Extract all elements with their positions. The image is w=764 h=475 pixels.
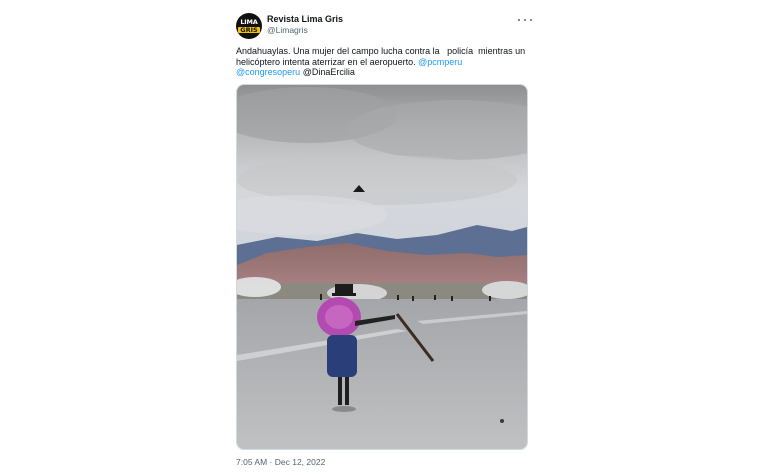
author-names: Revista Lima Gris @Limagris [267, 14, 343, 36]
author-display-name[interactable]: Revista Lima Gris [267, 14, 343, 25]
woman-hat [335, 284, 353, 294]
woman-leg [345, 377, 349, 405]
mention-pcmperu[interactable]: @pcmperu [418, 57, 462, 67]
avatar-logo-text-bottom: GRIS [238, 25, 260, 34]
more-dots-icon[interactable] [518, 14, 532, 26]
woman-leg [338, 377, 342, 405]
road [237, 299, 527, 449]
tweet-text-line-2: helicóptero intenta aterrizar en el aero… [236, 56, 419, 67]
mention-congresoperu[interactable]: @congresoperu [236, 67, 300, 77]
woman-shadow [332, 406, 356, 412]
tweet-header: LIMA GRIS Revista Lima Gris @Limagris [236, 13, 532, 41]
tweet-media-photo[interactable] [236, 84, 528, 450]
tweet-text: Andahuaylas. Una mujer del campo lucha c… [236, 46, 532, 78]
woman-hat-brim [332, 293, 356, 296]
woman-skirt [327, 335, 357, 377]
woman-bundle-pattern [325, 305, 353, 329]
stone [500, 419, 504, 423]
avatar[interactable]: LIMA GRIS [236, 13, 262, 39]
tweet-text-line-1: Andahuaylas. Una mujer del campo lucha c… [236, 46, 526, 56]
author-handle[interactable]: @Limagris [267, 25, 343, 36]
more-dot [524, 19, 526, 21]
avatar-logo-text-top: LIMA [240, 18, 258, 26]
mention-dinaercilia[interactable]: @DinaErcilia [303, 67, 355, 77]
more-dot [518, 19, 520, 21]
tweet: LIMA GRIS Revista Lima Gris @Limagris An… [226, 0, 538, 475]
tweet-timestamp[interactable]: 7:05 AM · Dec 12, 2022 [236, 457, 325, 467]
photo-scene [237, 85, 527, 449]
more-dot [530, 19, 532, 21]
